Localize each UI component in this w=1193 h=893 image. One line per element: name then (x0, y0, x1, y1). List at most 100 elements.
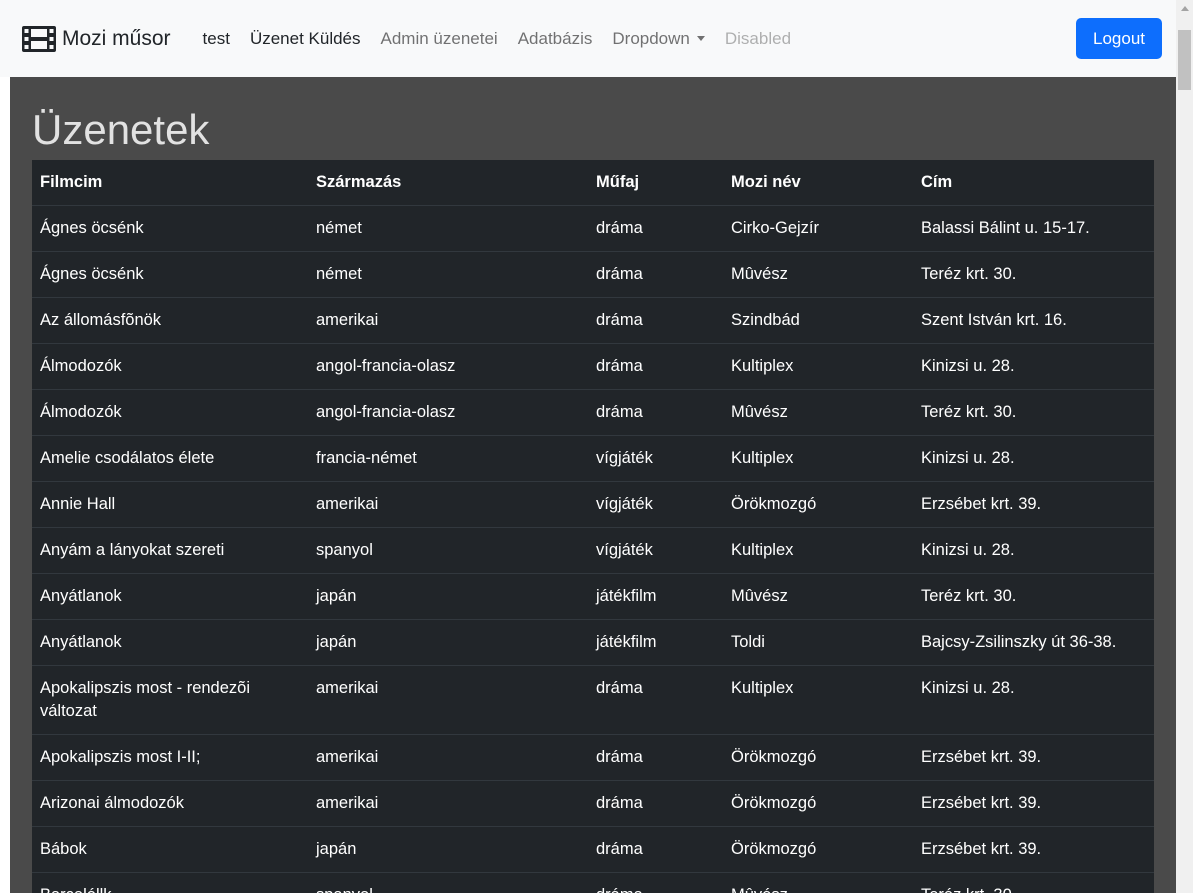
cell-cim: Erzsébet krt. 39. (913, 480, 1154, 527)
brand-label: Mozi műsor (62, 26, 171, 50)
nav-link-uzenet-kuldes[interactable]: Üzenet Küldés (250, 29, 361, 49)
cell-mozi-nev: Cirko-Gejzír (723, 204, 913, 251)
cell-cim: Bajcsy-Zsilinszky út 36-38. (913, 618, 1154, 665)
column-header-mozi-nev: Mozi név (723, 160, 913, 206)
nav-link-disabled: Disabled (724, 28, 792, 48)
messages-table: Filmcim Származás Műfaj Mozi név Cím Ágn… (32, 160, 1154, 893)
cell-mozi-nev: Mûvész (723, 250, 913, 297)
cell-filmcim: Barcelóllk (32, 871, 308, 893)
cell-szarmazas: japán (308, 618, 588, 665)
cell-cim: Teréz krt. 30. (913, 388, 1154, 435)
cell-filmcim: Álmodozók (32, 388, 308, 435)
scrollbar-thumb[interactable] (1178, 30, 1191, 90)
cell-filmcim: Arizonai álmodozók (32, 779, 308, 826)
cell-mufaj: játékfilm (588, 572, 723, 619)
cell-szarmazas: amerikai (308, 480, 588, 527)
cell-szarmazas: amerikai (308, 664, 588, 734)
cell-szarmazas: amerikai (308, 733, 588, 780)
cell-filmcim: Bábok (32, 825, 308, 872)
table-row: Arizonai álmodozók amerikai dráma Örökmozgó… (32, 779, 1154, 826)
table-row: Annie Hall amerikai vígjáték Örökmozgó Erzsé… (32, 480, 1154, 527)
nav-link-adatbazis[interactable]: Adatbázis (518, 29, 593, 49)
film-icon (22, 25, 56, 52)
column-header-szarmazas: Származás (308, 160, 588, 206)
cell-cim: Balassi Bálint u. 15-17. (913, 204, 1154, 251)
table-header-row: Filmcim Származás Műfaj Mozi név Cím (32, 160, 1154, 206)
cell-filmcim: Amelie csodálatos élete (32, 434, 308, 481)
cell-mufaj: dráma (588, 388, 723, 435)
cell-mufaj: dráma (588, 825, 723, 872)
cell-szarmazas: angol-francia-olasz (308, 388, 588, 435)
logout-button[interactable]: Logout (1076, 18, 1162, 59)
cell-mufaj: dráma (588, 779, 723, 826)
cell-mozi-nev: Kultiplex (723, 434, 913, 481)
table-row: Ágnes öcsénk német dráma Mûvész Teréz krt. 3… (32, 250, 1154, 297)
cell-mufaj: dráma (588, 342, 723, 389)
cell-mozi-nev: Toldi (723, 618, 913, 665)
cell-mufaj: dráma (588, 204, 723, 251)
cell-mufaj: vígjáték (588, 434, 723, 481)
cell-mufaj: dráma (588, 664, 723, 734)
cell-szarmazas: amerikai (308, 779, 588, 826)
cell-mufaj: vígjáték (588, 480, 723, 527)
cell-mufaj: játékfilm (588, 618, 723, 665)
table-row: Apokalipszis most - rendezõi változat ame… (32, 664, 1154, 734)
cell-mozi-nev: Mûvész (723, 871, 913, 893)
cell-cim: Teréz krt. 30. (913, 572, 1154, 619)
cell-filmcim: Anyátlanok (32, 572, 308, 619)
table-row: Anyátlanok japán játékfilm Mûvész Teréz krt.… (32, 572, 1154, 619)
table-row: Amelie csodálatos élete francia-német vígj… (32, 434, 1154, 481)
nav-link-test[interactable]: test (203, 29, 230, 49)
cell-mozi-nev: Örökmozgó (723, 733, 913, 780)
cell-szarmazas: spanyol (308, 871, 588, 893)
cell-szarmazas: japán (308, 572, 588, 619)
column-header-mufaj: Műfaj (588, 160, 723, 206)
caret-down-icon (696, 35, 705, 41)
table-row: Álmodozók angol-francia-olasz dráma Kultipl… (32, 342, 1154, 389)
cell-mozi-nev: Kultiplex (723, 342, 913, 389)
navbar: Mozi műsor test Üzenet Küldés Admin üzen… (0, 0, 1176, 77)
cell-mufaj: dráma (588, 733, 723, 780)
cell-cim: Kinizsi u. 28. (913, 664, 1154, 734)
cell-filmcim: Apokalipszis most I-II; (32, 733, 308, 780)
scroll-up-button[interactable] (1176, 0, 1193, 17)
cell-filmcim: Ágnes öcsénk (32, 204, 308, 251)
table-body: Ágnes öcsénk német dráma Cirko-Gejzír Balass… (32, 204, 1154, 893)
cell-mozi-nev: Örökmozgó (723, 480, 913, 527)
cell-cim: Teréz krt. 30. (913, 250, 1154, 297)
cell-mozi-nev: Mûvész (723, 572, 913, 619)
cell-szarmazas: német (308, 204, 588, 251)
cell-mufaj: dráma (588, 871, 723, 893)
cell-filmcim: Az állomásfõnök (32, 296, 308, 343)
brand[interactable]: Mozi műsor (22, 25, 171, 52)
chevron-up-icon (1180, 6, 1189, 11)
cell-szarmazas: amerikai (308, 296, 588, 343)
nav-dropdown[interactable]: Dropdown (612, 29, 705, 49)
cell-cim: Erzsébet krt. 39. (913, 733, 1154, 780)
cell-cim: Kinizsi u. 28. (913, 526, 1154, 573)
cell-cim: Erzsébet krt. 39. (913, 779, 1154, 826)
table-row: Az állomásfõnök amerikai dráma Szindbád Szen… (32, 296, 1154, 343)
cell-mozi-nev: Mûvész (723, 388, 913, 435)
page-title: Üzenetek (32, 106, 210, 153)
vertical-scrollbar[interactable] (1176, 0, 1193, 893)
cell-filmcim: Ágnes öcsénk (32, 250, 308, 297)
cell-mozi-nev: Szindbád (723, 296, 913, 343)
cell-mozi-nev: Örökmozgó (723, 825, 913, 872)
table-row: Ágnes öcsénk német dráma Cirko-Gejzír Balass… (32, 204, 1154, 251)
cell-szarmazas: spanyol (308, 526, 588, 573)
cell-cim: Erzsébet krt. 39. (913, 825, 1154, 872)
column-header-filmcim: Filmcim (32, 160, 308, 206)
nav-link-admin-uzenetei[interactable]: Admin üzenetei (381, 29, 498, 49)
column-header-cim: Cím (913, 160, 1154, 206)
table-row: Bábok japán dráma Örökmozgó Erzsébet krt. 39… (32, 825, 1154, 872)
cell-szarmazas: francia-német (308, 434, 588, 481)
cell-filmcim: Álmodozók (32, 342, 308, 389)
cell-mozi-nev: Örökmozgó (723, 779, 913, 826)
cell-szarmazas: német (308, 250, 588, 297)
cell-cim: Teréz krt. 30. (913, 871, 1154, 893)
cell-filmcim: Annie Hall (32, 480, 308, 527)
cell-mufaj: dráma (588, 296, 723, 343)
cell-cim: Kinizsi u. 28. (913, 434, 1154, 481)
cell-cim: Szent István krt. 16. (913, 296, 1154, 343)
